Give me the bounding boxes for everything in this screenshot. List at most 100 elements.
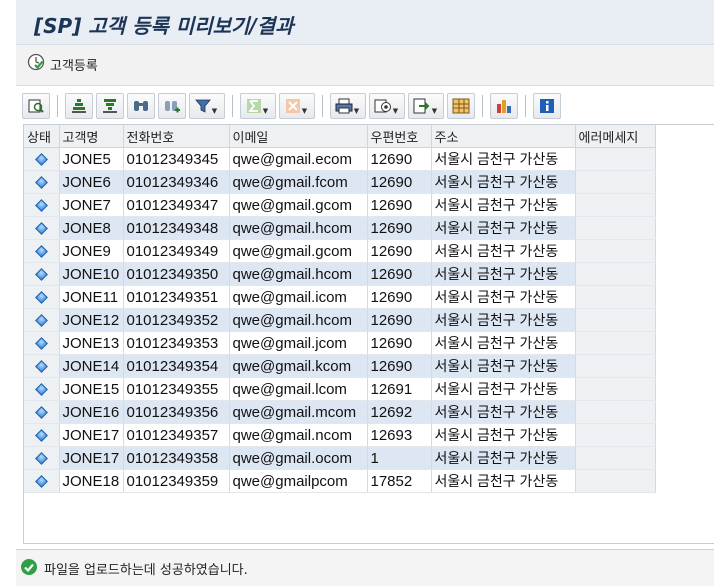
- table-row[interactable]: JONE8 01012349348 qwe@gmail.hcom 12690 서울시 금…: [24, 216, 656, 240]
- postal-code-cell[interactable]: 17852: [367, 469, 432, 493]
- postal-code-cell[interactable]: 12690: [367, 216, 432, 240]
- email-cell[interactable]: qwe@gmailpcom: [229, 469, 368, 493]
- error-message-cell[interactable]: [575, 469, 656, 493]
- error-message-cell[interactable]: [575, 262, 656, 286]
- sort-ascending-button[interactable]: [65, 93, 93, 119]
- customer-name-cell[interactable]: JONE8: [59, 216, 124, 240]
- email-cell[interactable]: qwe@gmail.gcom: [229, 239, 368, 263]
- customer-name-cell[interactable]: JONE17: [59, 446, 124, 470]
- column-header-email[interactable]: 이메일: [229, 125, 368, 148]
- address-cell[interactable]: 서울시 금천구 가산동: [431, 239, 576, 263]
- error-message-cell[interactable]: [575, 147, 656, 171]
- error-message-cell[interactable]: [575, 354, 656, 378]
- column-header-customer-name[interactable]: 고객명: [59, 125, 124, 148]
- column-header-status[interactable]: 상태: [24, 125, 60, 148]
- status-cell[interactable]: [24, 331, 60, 355]
- address-cell[interactable]: 서울시 금천구 가산동: [431, 170, 576, 194]
- error-message-cell[interactable]: [575, 400, 656, 424]
- status-cell[interactable]: [24, 354, 60, 378]
- email-cell[interactable]: qwe@gmail.gcom: [229, 193, 368, 217]
- table-row[interactable]: JONE10 01012349350 qwe@gmail.hcom 12690 서울시 …: [24, 262, 656, 286]
- phone-cell[interactable]: 01012349352: [123, 308, 230, 332]
- phone-cell[interactable]: 01012349349: [123, 239, 230, 263]
- phone-cell[interactable]: 01012349356: [123, 400, 230, 424]
- customer-name-cell[interactable]: JONE6: [59, 170, 124, 194]
- status-cell[interactable]: [24, 193, 60, 217]
- status-cell[interactable]: [24, 469, 60, 493]
- postal-code-cell[interactable]: 12690: [367, 331, 432, 355]
- address-cell[interactable]: 서울시 금천구 가산동: [431, 354, 576, 378]
- column-header-address[interactable]: 주소: [431, 125, 576, 148]
- error-message-cell[interactable]: [575, 423, 656, 447]
- status-cell[interactable]: [24, 446, 60, 470]
- phone-cell[interactable]: 01012349354: [123, 354, 230, 378]
- customer-name-cell[interactable]: JONE7: [59, 193, 124, 217]
- address-cell[interactable]: 서울시 금천구 가산동: [431, 216, 576, 240]
- address-cell[interactable]: 서울시 금천구 가산동: [431, 377, 576, 401]
- subtotal-button[interactable]: ▼: [279, 93, 315, 119]
- status-cell[interactable]: [24, 170, 60, 194]
- phone-cell[interactable]: 01012349358: [123, 446, 230, 470]
- postal-code-cell[interactable]: 12690: [367, 354, 432, 378]
- status-cell[interactable]: [24, 216, 60, 240]
- error-message-cell[interactable]: [575, 331, 656, 355]
- address-cell[interactable]: 서울시 금천구 가산동: [431, 285, 576, 309]
- customer-name-cell[interactable]: JONE12: [59, 308, 124, 332]
- address-cell[interactable]: 서울시 금천구 가산동: [431, 193, 576, 217]
- error-message-cell[interactable]: [575, 308, 656, 332]
- column-header-postal-code[interactable]: 우편번호: [367, 125, 432, 148]
- table-row[interactable]: JONE6 01012349346 qwe@gmail.fcom 12690 서울시 금…: [24, 170, 656, 194]
- postal-code-cell[interactable]: 12690: [367, 262, 432, 286]
- email-cell[interactable]: qwe@gmail.ecom: [229, 147, 368, 171]
- phone-cell[interactable]: 01012349353: [123, 331, 230, 355]
- table-row[interactable]: JONE15 01012349355 qwe@gmail.lcom 12691 서울시 …: [24, 377, 656, 401]
- error-message-cell[interactable]: [575, 285, 656, 309]
- export-button[interactable]: ▼: [408, 93, 444, 119]
- address-cell[interactable]: 서울시 금천구 가산동: [431, 446, 576, 470]
- email-cell[interactable]: qwe@gmail.kcom: [229, 354, 368, 378]
- postal-code-cell[interactable]: 12690: [367, 193, 432, 217]
- print-button[interactable]: ▼: [330, 93, 366, 119]
- email-cell[interactable]: qwe@gmail.ocom: [229, 446, 368, 470]
- error-message-cell[interactable]: [575, 446, 656, 470]
- email-cell[interactable]: qwe@gmail.hcom: [229, 216, 368, 240]
- postal-code-cell[interactable]: 1: [367, 446, 432, 470]
- customer-name-cell[interactable]: JONE16: [59, 400, 124, 424]
- error-message-cell[interactable]: [575, 377, 656, 401]
- status-cell[interactable]: [24, 285, 60, 309]
- phone-cell[interactable]: 01012349350: [123, 262, 230, 286]
- address-cell[interactable]: 서울시 금천구 가산동: [431, 262, 576, 286]
- error-message-cell[interactable]: [575, 216, 656, 240]
- error-message-cell[interactable]: [575, 170, 656, 194]
- postal-code-cell[interactable]: 12690: [367, 308, 432, 332]
- info-button[interactable]: [533, 93, 561, 119]
- table-row[interactable]: JONE7 01012349347 qwe@gmail.gcom 12690 서울시 금…: [24, 193, 656, 217]
- email-cell[interactable]: qwe@gmail.icom: [229, 285, 368, 309]
- table-row[interactable]: JONE5 01012349345 qwe@gmail.ecom 12690 서울시 금…: [24, 147, 656, 171]
- customer-name-cell[interactable]: JONE13: [59, 331, 124, 355]
- postal-code-cell[interactable]: 12690: [367, 239, 432, 263]
- customer-name-cell[interactable]: JONE10: [59, 262, 124, 286]
- views-button[interactable]: ▼: [369, 93, 405, 119]
- address-cell[interactable]: 서울시 금천구 가산동: [431, 469, 576, 493]
- postal-code-cell[interactable]: 12692: [367, 400, 432, 424]
- status-cell[interactable]: [24, 400, 60, 424]
- register-customer-button[interactable]: 고객등록: [26, 53, 98, 75]
- graphic-button[interactable]: [490, 93, 518, 119]
- filter-button[interactable]: ▼: [189, 93, 225, 119]
- column-header-error-message[interactable]: 에러메세지: [575, 125, 656, 148]
- table-row[interactable]: JONE14 01012349354 qwe@gmail.kcom 12690 서울시 …: [24, 354, 656, 378]
- email-cell[interactable]: qwe@gmail.hcom: [229, 308, 368, 332]
- status-cell[interactable]: [24, 377, 60, 401]
- table-row[interactable]: JONE17 01012349358 qwe@gmail.ocom 1 서울시 금천구 …: [24, 446, 656, 470]
- table-row[interactable]: JONE16 01012349356 qwe@gmail.mcom 12692 서울시 …: [24, 400, 656, 424]
- phone-cell[interactable]: 01012349346: [123, 170, 230, 194]
- customer-name-cell[interactable]: JONE18: [59, 469, 124, 493]
- status-cell[interactable]: [24, 262, 60, 286]
- phone-cell[interactable]: 01012349348: [123, 216, 230, 240]
- find-next-button[interactable]: [158, 93, 186, 119]
- postal-code-cell[interactable]: 12693: [367, 423, 432, 447]
- table-row[interactable]: JONE11 01012349351 qwe@gmail.icom 12690 서울시 …: [24, 285, 656, 309]
- status-cell[interactable]: [24, 147, 60, 171]
- customer-name-cell[interactable]: JONE11: [59, 285, 124, 309]
